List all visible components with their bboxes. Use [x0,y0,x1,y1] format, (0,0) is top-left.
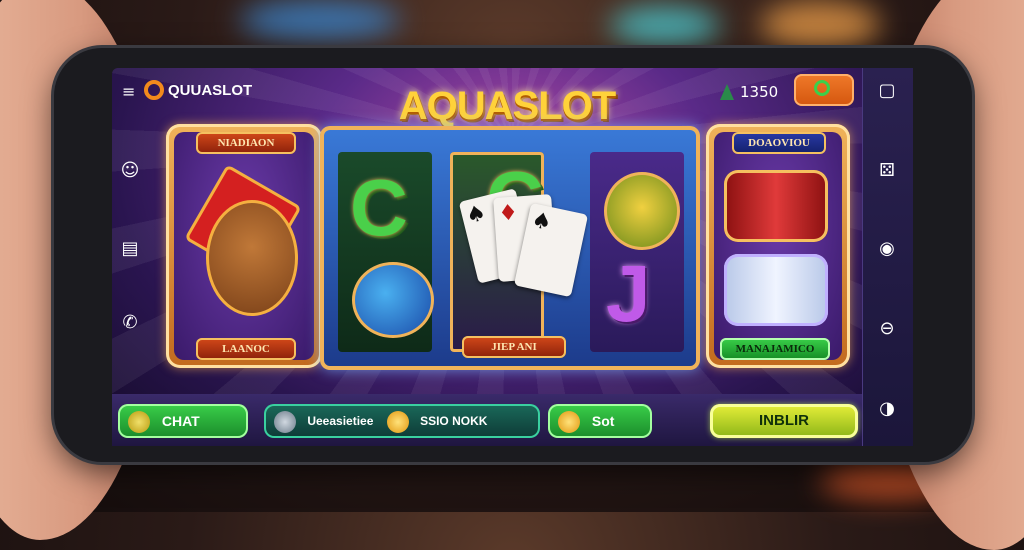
coin-icon [386,410,409,433]
left-top-plaque: NIADIAON [196,132,296,154]
bg-light [240,0,400,40]
green-c-symbol: C [350,163,408,252]
center-bottom-plaque: JIEP ANI [462,336,566,358]
game-title: AQUASLOT [398,84,616,128]
dice-icon[interactable]: ⚄ [874,158,900,184]
logo-icon [144,80,164,100]
bg-light [760,0,880,50]
left-bottom-plaque: LAANOC [196,338,296,360]
shield-icon[interactable]: ◑ [874,396,900,422]
brand-name: QUUASLOT [168,82,253,99]
power-icon [814,80,830,96]
face-icon[interactable]: ☺ [118,160,142,181]
fist-icon [274,410,296,433]
bg-light [610,6,720,46]
record-icon[interactable]: ◉ [874,236,900,262]
menu-icon[interactable]: ≡ [122,82,135,101]
blue-bird-symbol [352,262,434,338]
spin-button[interactable]: INBLIR [710,404,858,438]
right-bottom-plaque: MANAJAMICO [720,338,830,360]
chart-icon[interactable]: ▤ [118,238,142,259]
right-top-plaque: DOAOVIOU [732,132,826,154]
slot-button[interactable]: Sot [548,404,652,438]
spin-label: INBLIR [759,412,809,429]
info-left-label: Ueeasietiee [307,414,374,428]
chat-icon [128,411,150,434]
slot-icon [558,411,580,434]
patterned-drum-symbol [724,254,828,326]
info-right-label: SSIO NOKK [420,414,488,428]
balance-value: 1350 [740,83,779,101]
red-drum-symbol [724,170,828,242]
info-pill[interactable]: Ueeasietiee SSIO NOKK [264,404,540,438]
slot-label: Sot [591,413,615,429]
power-button[interactable] [794,74,854,106]
chat-button[interactable]: CHAT [118,404,248,438]
minus-icon[interactable]: ⊖ [874,316,900,342]
chat-label: CHAT [161,413,200,429]
yellow-bird-symbol [604,172,680,250]
square-icon[interactable]: ▢ [874,78,900,104]
kangaroo-symbol [206,200,298,316]
right-reel-frame [706,124,850,368]
phone-icon[interactable]: ✆ [118,312,142,333]
balance-icon [720,84,734,100]
purple-j-symbol: J [606,249,651,338]
